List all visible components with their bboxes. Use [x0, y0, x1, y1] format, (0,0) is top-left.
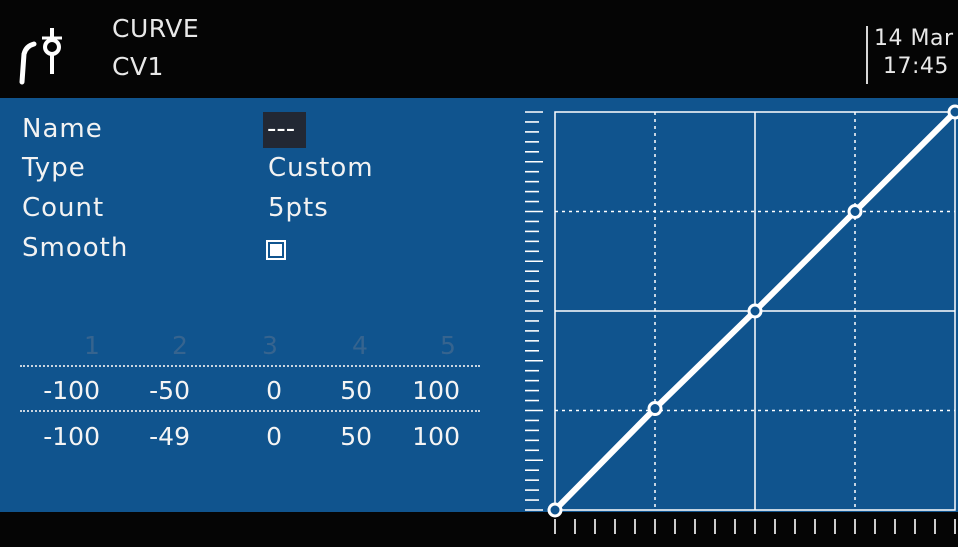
curve-icon	[19, 28, 62, 85]
curve-point-2	[647, 401, 663, 417]
header-bar: CURVE CV1 14 Mar 17:45	[0, 0, 958, 98]
point-y-4[interactable]: 50	[302, 422, 372, 451]
point-y-5[interactable]: 100	[390, 422, 460, 451]
type-select[interactable]: Custom	[268, 153, 374, 183]
point-y-2[interactable]: -49	[120, 422, 190, 451]
count-select[interactable]: 5pts	[268, 193, 329, 223]
point-y-3[interactable]: 0	[212, 422, 282, 451]
point-number-1: 1	[84, 331, 100, 360]
point-x-4[interactable]: 50	[302, 376, 372, 405]
point-number-3: 3	[262, 331, 278, 360]
point-x-2[interactable]: -50	[120, 376, 190, 405]
point-number-2: 2	[172, 331, 188, 360]
curve-point-1	[547, 502, 563, 518]
curve-id: CV1	[112, 52, 164, 81]
checkbox-check	[270, 244, 282, 256]
smooth-label: Smooth	[22, 233, 129, 263]
table-divider	[20, 410, 480, 412]
point-x-3[interactable]: 0	[212, 376, 282, 405]
name-label: Name	[22, 114, 103, 144]
time-readout: 17:45	[883, 54, 949, 79]
point-y-1[interactable]: -100	[30, 422, 100, 451]
curve-point-5	[947, 104, 958, 120]
screen-title: CURVE	[112, 14, 200, 43]
curve-point-3	[747, 303, 763, 319]
point-x-1[interactable]: -100	[30, 376, 100, 405]
name-field[interactable]: ---	[263, 112, 306, 148]
point-number-5: 5	[440, 331, 456, 360]
table-divider	[20, 365, 480, 367]
bottom-ruler	[509, 512, 958, 547]
date-readout: 14 Mar	[874, 26, 954, 51]
curve-graph[interactable]	[509, 98, 958, 547]
footer-bar	[0, 512, 509, 547]
name-value: ---	[267, 114, 296, 144]
smooth-checkbox[interactable]	[266, 240, 286, 260]
header-divider	[866, 26, 868, 84]
curve-point-4	[847, 204, 863, 219]
point-number-4: 4	[352, 331, 368, 360]
count-label: Count	[22, 193, 105, 223]
point-x-5[interactable]: 100	[390, 376, 460, 405]
type-label: Type	[22, 153, 86, 183]
curve-editor-screen: CURVE CV1 14 Mar 17:45 Name --- Type Cus…	[0, 0, 958, 547]
